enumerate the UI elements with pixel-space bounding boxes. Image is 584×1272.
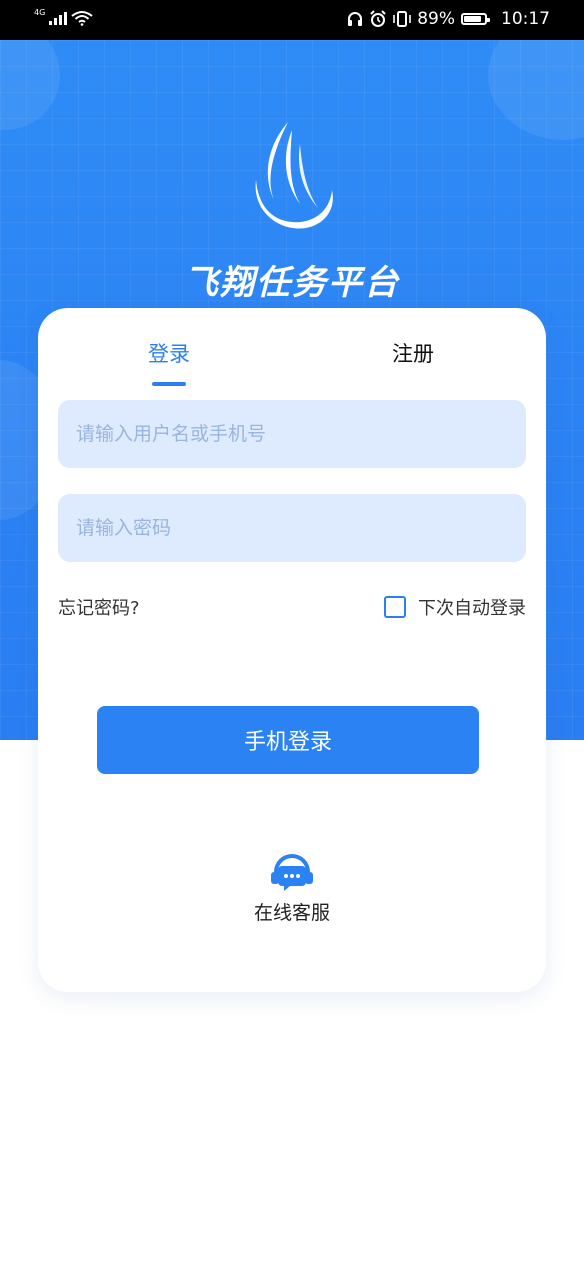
- username-input[interactable]: [58, 400, 526, 468]
- alarm-icon: [370, 10, 386, 27]
- tab-register[interactable]: 注册: [392, 338, 434, 368]
- online-support-label: 在线客服: [253, 902, 330, 924]
- auto-login-label: 下次自动登录: [418, 598, 526, 619]
- battery-icon: [461, 13, 490, 25]
- online-support-button[interactable]: 在线客服: [218, 854, 366, 925]
- status-right: 89% 10:17: [347, 9, 550, 29]
- login-card: 登录 注册 忘记密码? 下次自动登录 手机登录 在线客服: [38, 308, 546, 992]
- headset-chat-icon: [271, 854, 313, 891]
- status-left: 4G: [34, 7, 93, 26]
- auto-login-toggle[interactable]: 下次自动登录: [384, 594, 526, 620]
- status-bar: 4G 89% 10:17: [0, 0, 584, 40]
- tab-login[interactable]: 登录: [148, 338, 190, 368]
- phone-login-button[interactable]: 手机登录: [97, 706, 479, 774]
- vibrate-icon: [393, 11, 412, 27]
- brand-title: 飞翔任务平台: [184, 263, 400, 303]
- auto-login-checkbox[interactable]: [384, 596, 406, 618]
- headphone-icon: [348, 12, 363, 26]
- wing-flame-logo: [255, 122, 333, 229]
- active-tab-indicator: [152, 382, 186, 386]
- battery-percent: 89%: [417, 9, 455, 29]
- clock: 10:17: [501, 9, 550, 29]
- wifi-icon: [71, 11, 93, 26]
- password-input[interactable]: [58, 494, 526, 562]
- forgot-password-link[interactable]: 忘记密码?: [58, 594, 140, 620]
- network-type: 4G: [34, 7, 46, 17]
- signal-icon: [49, 11, 68, 25]
